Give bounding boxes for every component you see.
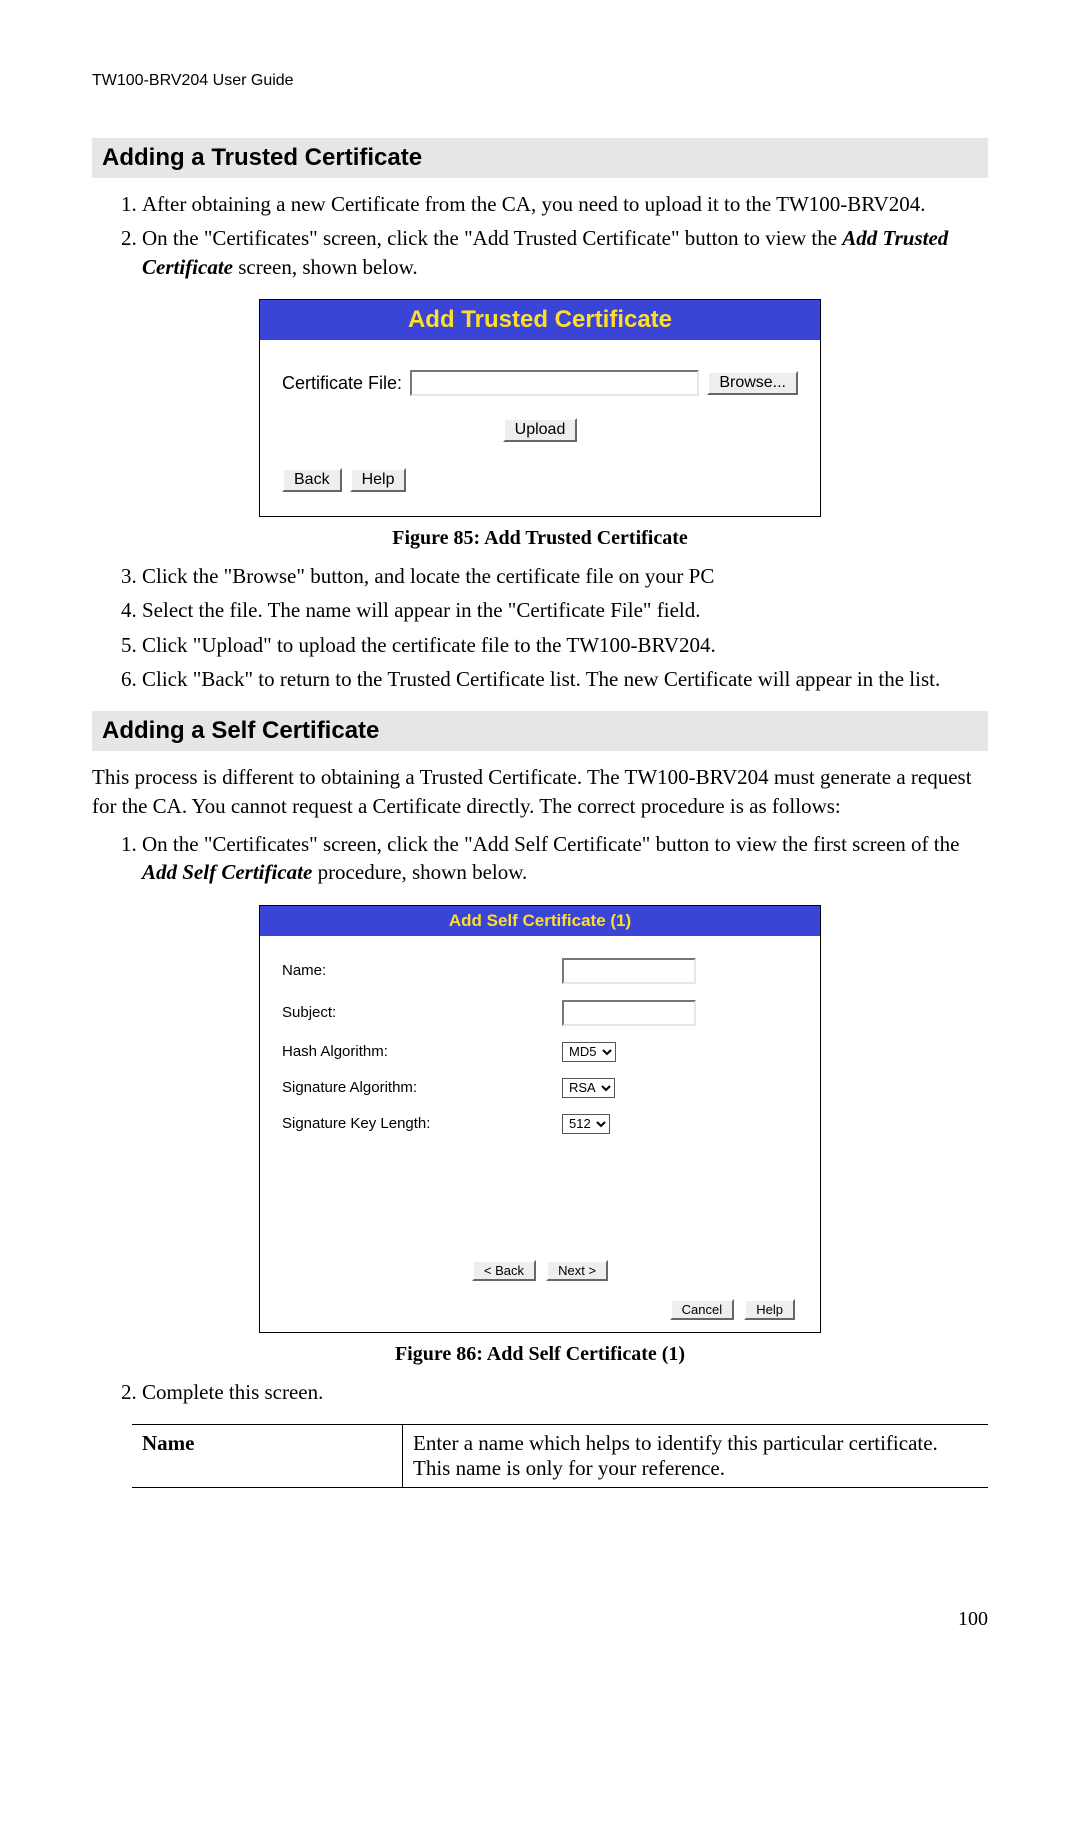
subject-input[interactable] (562, 1000, 696, 1026)
add-self-cert-dialog: Add Self Certificate (1) Name: Subject: … (259, 905, 821, 1333)
figure-86: Add Self Certificate (1) Name: Subject: … (92, 905, 988, 1333)
dialog-titlebar: Add Trusted Certificate (260, 300, 820, 340)
section-heading-trusted: Adding a Trusted Certificate (92, 138, 988, 178)
hash-select[interactable]: MD5 (562, 1042, 616, 1062)
self-steps-list-a: On the "Certificates" screen, click the … (92, 830, 988, 887)
trusted-step-3: Click the "Browse" button, and locate th… (142, 562, 988, 590)
section-heading-self: Adding a Self Certificate (92, 711, 988, 751)
page-header: TW100-BRV204 User Guide (92, 72, 988, 90)
self-step-1-em: Add Self Certificate (142, 860, 312, 884)
trusted-step-4: Select the file. The name will appear in… (142, 596, 988, 624)
upload-button[interactable]: Upload (503, 418, 578, 442)
figure-86-caption: Figure 86: Add Self Certificate (1) (92, 1343, 988, 1366)
self-step-1: On the "Certificates" screen, click the … (142, 830, 988, 887)
self-step-1a: On the "Certificates" screen, click the … (142, 832, 959, 856)
cert-file-label: Certificate File: (282, 373, 402, 394)
next-button[interactable]: Next > (546, 1260, 608, 1281)
trusted-steps-list-b: Click the "Browse" button, and locate th… (92, 562, 988, 693)
add-trusted-cert-dialog: Add Trusted Certificate Certificate File… (259, 299, 821, 517)
trusted-step-1: After obtaining a new Certificate from t… (142, 190, 988, 218)
browse-button[interactable]: Browse... (707, 371, 798, 395)
trusted-steps-list-a: After obtaining a new Certificate from t… (92, 190, 988, 281)
keylen-label: Signature Key Length: (282, 1115, 562, 1132)
subject-label: Subject: (282, 1004, 562, 1021)
self-steps-list-b: Complete this screen. (92, 1378, 988, 1406)
self-step-1b: procedure, shown below. (312, 860, 527, 884)
trusted-step-2a: On the "Certificates" screen, click the … (142, 226, 842, 250)
help-button-self[interactable]: Help (744, 1299, 795, 1320)
trusted-step-2: On the "Certificates" screen, click the … (142, 224, 988, 281)
cert-file-input[interactable] (410, 370, 699, 396)
dialog-titlebar-self: Add Self Certificate (1) (260, 906, 820, 936)
cancel-button[interactable]: Cancel (670, 1299, 734, 1320)
sig-label: Signature Algorithm: (282, 1079, 562, 1096)
table-row: Name Enter a name which helps to identif… (132, 1425, 988, 1488)
desc-name: Enter a name which helps to identify thi… (403, 1425, 989, 1488)
self-intro: This process is different to obtaining a… (92, 763, 988, 820)
name-input[interactable] (562, 958, 696, 984)
self-step-2: Complete this screen. (142, 1378, 988, 1406)
back-button-self[interactable]: < Back (472, 1260, 536, 1281)
back-button[interactable]: Back (282, 468, 342, 492)
help-button[interactable]: Help (350, 468, 407, 492)
name-label: Name: (282, 962, 562, 979)
keylen-select[interactable]: 512 (562, 1114, 610, 1134)
trusted-step-2b: screen, shown below. (233, 255, 418, 279)
figure-85: Add Trusted Certificate Certificate File… (92, 299, 988, 517)
page-number: 100 (92, 1608, 988, 1631)
trusted-step-5: Click "Upload" to upload the certificate… (142, 631, 988, 659)
sig-select[interactable]: RSA (562, 1078, 615, 1098)
definitions-table: Name Enter a name which helps to identif… (132, 1424, 988, 1488)
term-name: Name (132, 1425, 403, 1488)
hash-label: Hash Algorithm: (282, 1043, 562, 1060)
figure-85-caption: Figure 85: Add Trusted Certificate (92, 527, 988, 550)
trusted-step-6: Click "Back" to return to the Trusted Ce… (142, 665, 988, 693)
